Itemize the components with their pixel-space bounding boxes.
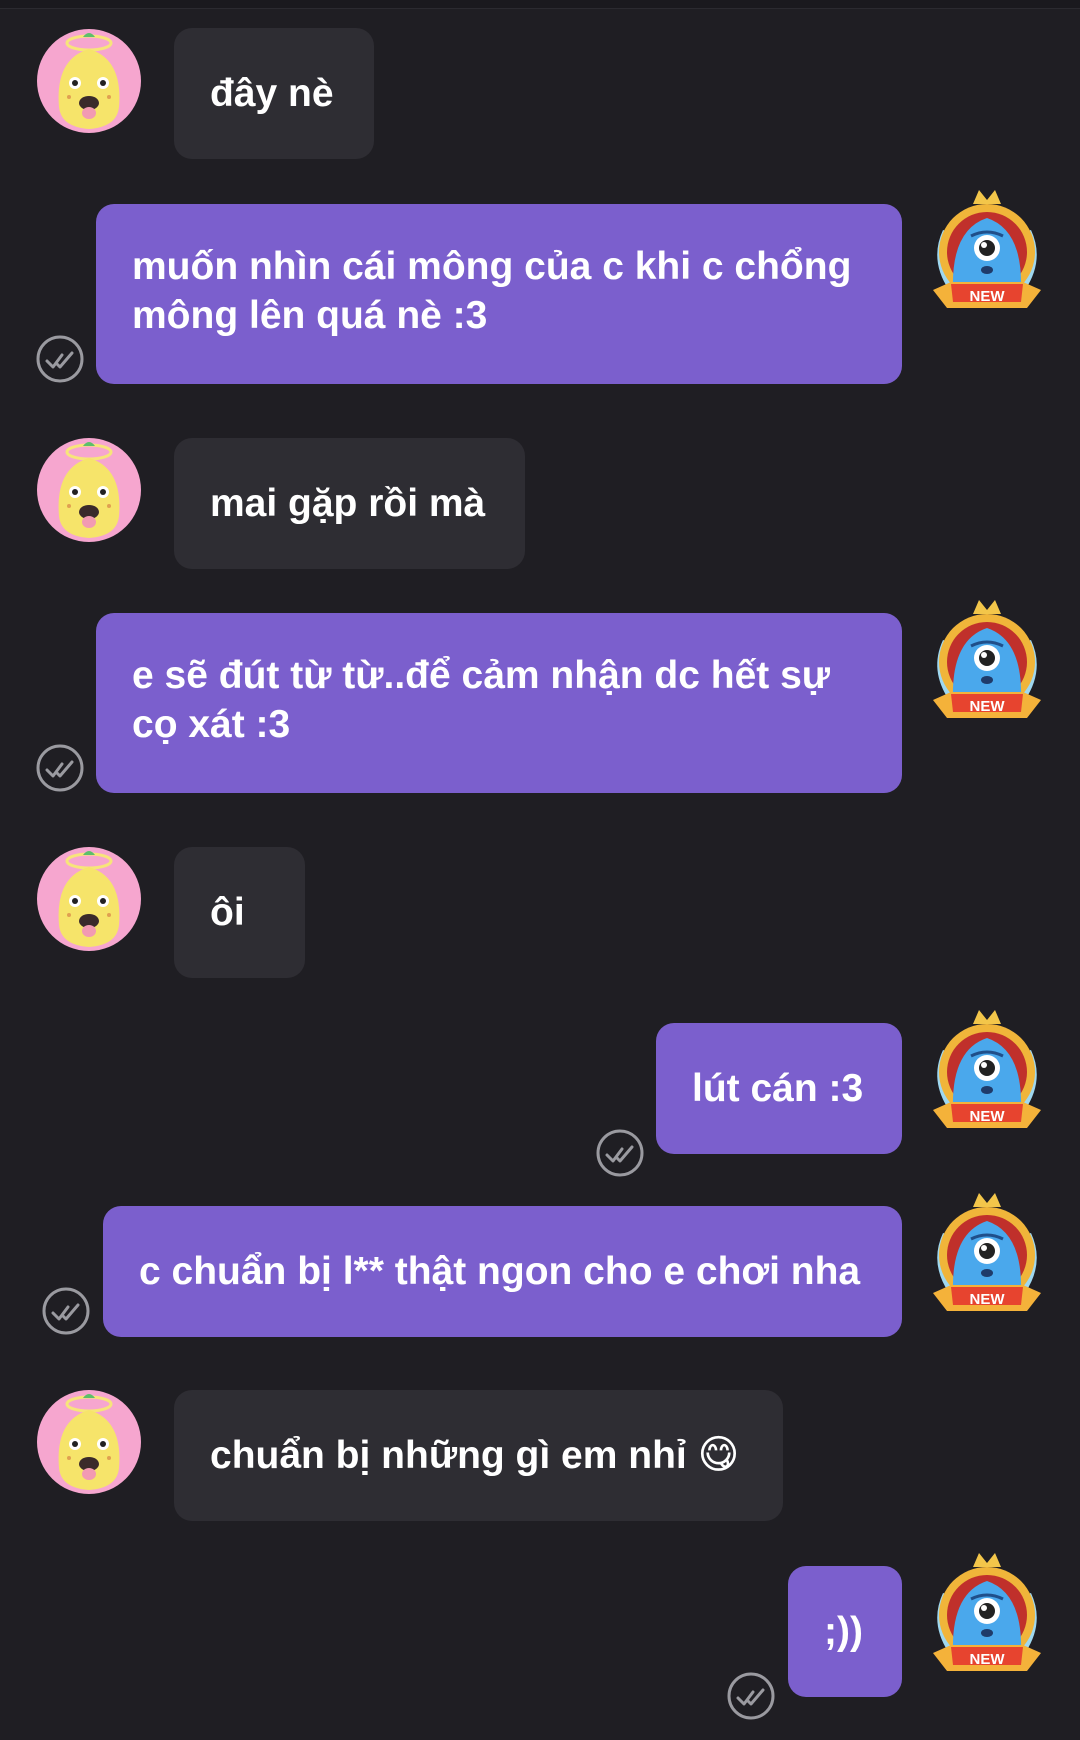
message-bubble[interactable]: đây nè [174,28,374,159]
blue-monster-new-badge-avatar-icon[interactable]: NEW [923,600,1051,728]
message-row-outgoing: ;)) NEW [0,1553,1080,1723]
message-row-outgoing: muốn nhìn cái mông của c khi c chổng môn… [0,190,1080,390]
message-row-incoming: chuẩn bị những gì em nhỉ 😋 [0,1370,1080,1540]
double-check-icon [36,335,84,383]
svg-text:NEW: NEW [970,698,1006,715]
yellow-blob-angel-avatar-icon[interactable] [37,1390,141,1494]
message-text: đây nè [210,72,334,115]
svg-text:NEW: NEW [970,1108,1006,1125]
message-row-incoming: đây nè [0,0,1080,170]
message-row-incoming: ôi [0,820,1080,990]
svg-text:NEW: NEW [970,1651,1006,1668]
message-bubble[interactable]: e sẽ đút từ từ..để cảm nhận dc hết sự cọ… [96,613,902,793]
message-bubble[interactable]: ôi [174,847,305,978]
double-check-icon [596,1129,644,1177]
message-bubble[interactable]: muốn nhìn cái mông của c khi c chổng môn… [96,204,902,384]
message-text: ôi [210,891,245,934]
blue-monster-new-badge-avatar-icon[interactable]: NEW [923,1010,1051,1138]
message-bubble[interactable]: lút cán :3 [656,1023,902,1154]
message-row-outgoing: c chuẩn bị l** thật ngon cho e chơi nha … [0,1193,1080,1353]
double-check-icon [36,744,84,792]
message-bubble[interactable]: mai gặp rồi mà [174,438,525,569]
message-text: mai gặp rồi mà [210,482,486,525]
blue-monster-new-badge-avatar-icon[interactable]: NEW [923,1193,1051,1321]
svg-text:NEW: NEW [970,1291,1006,1308]
message-bubble[interactable]: chuẩn bị những gì em nhỉ 😋 [174,1390,783,1521]
message-bubble[interactable]: c chuẩn bị l** thật ngon cho e chơi nha [103,1206,902,1337]
message-text: chuẩn bị những gì em nhỉ [210,1434,687,1477]
yellow-blob-angel-avatar-icon[interactable] [37,847,141,951]
yellow-blob-angel-avatar-icon[interactable] [37,29,141,133]
message-row-incoming: mai gặp rồi mà [0,410,1080,580]
double-check-icon [42,1287,90,1335]
svg-text:NEW: NEW [970,288,1006,305]
blue-monster-new-badge-avatar-icon[interactable]: NEW [923,190,1051,318]
message-row-outgoing: lút cán :3 NEW [0,1010,1080,1177]
message-row-outgoing: e sẽ đút từ từ..để cảm nhận dc hết sự cọ… [0,600,1080,800]
yum-emoji-icon: 😋 [697,1432,740,1478]
blue-monster-new-badge-avatar-icon[interactable]: NEW [923,1553,1051,1681]
double-check-icon [727,1672,775,1720]
message-text: c chuẩn bị l** thật ngon cho e chơi nha [139,1250,861,1293]
message-text: lút cán :3 [692,1067,864,1110]
message-text: ;)) [824,1610,863,1653]
message-text: e sẽ đút từ từ..để cảm nhận dc hết sự cọ… [132,654,831,746]
message-bubble[interactable]: ;)) [788,1566,902,1697]
message-text: muốn nhìn cái mông của c khi c chổng môn… [132,245,852,337]
yellow-blob-angel-avatar-icon[interactable] [37,438,141,542]
